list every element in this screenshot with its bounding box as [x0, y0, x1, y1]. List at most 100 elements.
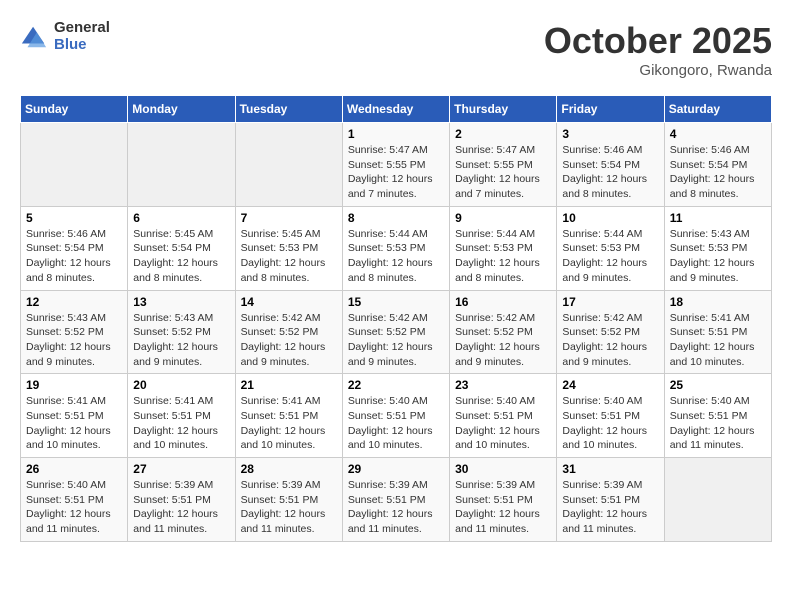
day-info: Sunrise: 5:45 AMSunset: 5:54 PMDaylight:… [133, 227, 229, 286]
day-info: Sunrise: 5:44 AMSunset: 5:53 PMDaylight:… [562, 227, 658, 286]
logo-icon [20, 23, 48, 51]
location-subtitle: Gikongoro, Rwanda [544, 62, 772, 79]
day-number: 4 [670, 127, 766, 141]
day-info: Sunrise: 5:39 AMSunset: 5:51 PMDaylight:… [133, 478, 229, 537]
weekday-header-wednesday: Wednesday [342, 96, 449, 123]
week-row-1: 1Sunrise: 5:47 AMSunset: 5:55 PMDaylight… [21, 123, 772, 207]
weekday-header-row: SundayMondayTuesdayWednesdayThursdayFrid… [21, 96, 772, 123]
day-number: 27 [133, 462, 229, 476]
day-number: 12 [26, 295, 122, 309]
calendar-cell: 8Sunrise: 5:44 AMSunset: 5:53 PMDaylight… [342, 206, 449, 290]
day-number: 21 [241, 378, 337, 392]
day-info: Sunrise: 5:47 AMSunset: 5:55 PMDaylight:… [455, 143, 551, 202]
day-info: Sunrise: 5:40 AMSunset: 5:51 PMDaylight:… [348, 394, 444, 453]
calendar-cell [128, 123, 235, 207]
day-number: 17 [562, 295, 658, 309]
day-info: Sunrise: 5:39 AMSunset: 5:51 PMDaylight:… [241, 478, 337, 537]
calendar-cell: 9Sunrise: 5:44 AMSunset: 5:53 PMDaylight… [450, 206, 557, 290]
day-info: Sunrise: 5:39 AMSunset: 5:51 PMDaylight:… [348, 478, 444, 537]
calendar-cell: 10Sunrise: 5:44 AMSunset: 5:53 PMDayligh… [557, 206, 664, 290]
day-number: 9 [455, 211, 551, 225]
week-row-5: 26 Sunrise: 5:40 AMSunset: 5:51 PMDayligh… [21, 458, 772, 542]
calendar-cell: 16 Sunrise: 5:42 AMSunset: 5:52 PMDayligh… [450, 290, 557, 374]
day-info: Sunrise: 5:46 AMSunset: 5:54 PMDaylight:… [670, 143, 766, 202]
day-info: Sunrise: 5:40 AMSunset: 5:51 PMDaylight:… [562, 394, 658, 453]
calendar-cell: 27 Sunrise: 5:39 AMSunset: 5:51 PMDayligh… [128, 458, 235, 542]
calendar-cell: 25 Sunrise: 5:40 AMSunset: 5:51 PMDayligh… [664, 374, 771, 458]
calendar-cell: 30 Sunrise: 5:39 AMSunset: 5:51 PMDayligh… [450, 458, 557, 542]
calendar-cell: 4 Sunrise: 5:46 AMSunset: 5:54 PMDaylight… [664, 123, 771, 207]
calendar-cell: 24Sunrise: 5:40 AMSunset: 5:51 PMDayligh… [557, 374, 664, 458]
page-header: General Blue October 2025 Gikongoro, Rwa… [20, 20, 772, 79]
title-block: October 2025 Gikongoro, Rwanda [544, 20, 772, 79]
logo: General Blue [20, 20, 110, 53]
calendar-cell: 22 Sunrise: 5:40 AMSunset: 5:51 PMDayligh… [342, 374, 449, 458]
day-info: Sunrise: 5:41 AMSunset: 5:51 PMDaylight:… [26, 394, 122, 453]
weekday-header-monday: Monday [128, 96, 235, 123]
day-info: Sunrise: 5:41 AMSunset: 5:51 PMDaylight:… [133, 394, 229, 453]
weekday-header-saturday: Saturday [664, 96, 771, 123]
calendar-cell [21, 123, 128, 207]
calendar-cell: 3 Sunrise: 5:46 AMSunset: 5:54 PMDaylight… [557, 123, 664, 207]
calendar-cell: 11 Sunrise: 5:43 AMSunset: 5:53 PMDayligh… [664, 206, 771, 290]
calendar-cell: 5Sunrise: 5:46 AMSunset: 5:54 PMDaylight… [21, 206, 128, 290]
day-number: 22 [348, 378, 444, 392]
day-number: 31 [562, 462, 658, 476]
day-info: Sunrise: 5:42 AMSunset: 5:52 PMDaylight:… [455, 311, 551, 370]
day-info: Sunrise: 5:43 AMSunset: 5:52 PMDaylight:… [133, 311, 229, 370]
calendar-cell: 14Sunrise: 5:42 AMSunset: 5:52 PMDayligh… [235, 290, 342, 374]
calendar-cell: 6 Sunrise: 5:45 AMSunset: 5:54 PMDaylight… [128, 206, 235, 290]
day-number: 13 [133, 295, 229, 309]
day-number: 3 [562, 127, 658, 141]
day-info: Sunrise: 5:40 AMSunset: 5:51 PMDaylight:… [26, 478, 122, 537]
day-number: 2 [455, 127, 551, 141]
logo-general: General [54, 20, 110, 37]
day-info: Sunrise: 5:42 AMSunset: 5:52 PMDaylight:… [348, 311, 444, 370]
calendar-cell: 23 Sunrise: 5:40 AMSunset: 5:51 PMDayligh… [450, 374, 557, 458]
day-number: 30 [455, 462, 551, 476]
day-info: Sunrise: 5:46 AMSunset: 5:54 PMDaylight:… [562, 143, 658, 202]
day-number: 23 [455, 378, 551, 392]
week-row-4: 19Sunrise: 5:41 AMSunset: 5:51 PMDayligh… [21, 374, 772, 458]
day-number: 28 [241, 462, 337, 476]
day-info: Sunrise: 5:41 AMSunset: 5:51 PMDaylight:… [241, 394, 337, 453]
day-number: 18 [670, 295, 766, 309]
calendar-cell: 20 Sunrise: 5:41 AMSunset: 5:51 PMDayligh… [128, 374, 235, 458]
calendar-table: SundayMondayTuesdayWednesdayThursdayFrid… [20, 95, 772, 542]
weekday-header-thursday: Thursday [450, 96, 557, 123]
calendar-cell: 13 Sunrise: 5:43 AMSunset: 5:52 PMDayligh… [128, 290, 235, 374]
day-number: 15 [348, 295, 444, 309]
calendar-cell: 7Sunrise: 5:45 AMSunset: 5:53 PMDaylight… [235, 206, 342, 290]
calendar-cell: 2 Sunrise: 5:47 AMSunset: 5:55 PMDaylight… [450, 123, 557, 207]
day-number: 20 [133, 378, 229, 392]
calendar-cell: 1Sunrise: 5:47 AMSunset: 5:55 PMDaylight… [342, 123, 449, 207]
day-number: 16 [455, 295, 551, 309]
day-number: 29 [348, 462, 444, 476]
day-info: Sunrise: 5:47 AMSunset: 5:55 PMDaylight:… [348, 143, 444, 202]
day-info: Sunrise: 5:40 AMSunset: 5:51 PMDaylight:… [670, 394, 766, 453]
day-number: 6 [133, 211, 229, 225]
logo-blue: Blue [54, 37, 110, 54]
week-row-3: 12 Sunrise: 5:43 AMSunset: 5:52 PMDayligh… [21, 290, 772, 374]
calendar-cell: 21 Sunrise: 5:41 AMSunset: 5:51 PMDayligh… [235, 374, 342, 458]
day-number: 7 [241, 211, 337, 225]
day-info: Sunrise: 5:40 AMSunset: 5:51 PMDaylight:… [455, 394, 551, 453]
calendar-cell: 17Sunrise: 5:42 AMSunset: 5:52 PMDayligh… [557, 290, 664, 374]
weekday-header-sunday: Sunday [21, 96, 128, 123]
calendar-cell: 29 Sunrise: 5:39 AMSunset: 5:51 PMDayligh… [342, 458, 449, 542]
calendar-cell [235, 123, 342, 207]
day-number: 25 [670, 378, 766, 392]
day-number: 26 [26, 462, 122, 476]
day-info: Sunrise: 5:43 AMSunset: 5:53 PMDaylight:… [670, 227, 766, 286]
weekday-header-tuesday: Tuesday [235, 96, 342, 123]
day-number: 5 [26, 211, 122, 225]
calendar-cell: 18 Sunrise: 5:41 AMSunset: 5:51 PMDayligh… [664, 290, 771, 374]
calendar-cell: 31Sunrise: 5:39 AMSunset: 5:51 PMDayligh… [557, 458, 664, 542]
day-info: Sunrise: 5:41 AMSunset: 5:51 PMDaylight:… [670, 311, 766, 370]
day-number: 11 [670, 211, 766, 225]
calendar-cell: 12Sunrise: 5:43 AMSunset: 5:52 PMDayligh… [21, 290, 128, 374]
calendar-cell: 26 Sunrise: 5:40 AMSunset: 5:51 PMDayligh… [21, 458, 128, 542]
day-info: Sunrise: 5:39 AMSunset: 5:51 PMDaylight:… [455, 478, 551, 537]
day-info: Sunrise: 5:44 AMSunset: 5:53 PMDaylight:… [348, 227, 444, 286]
week-row-2: 5Sunrise: 5:46 AMSunset: 5:54 PMDaylight… [21, 206, 772, 290]
